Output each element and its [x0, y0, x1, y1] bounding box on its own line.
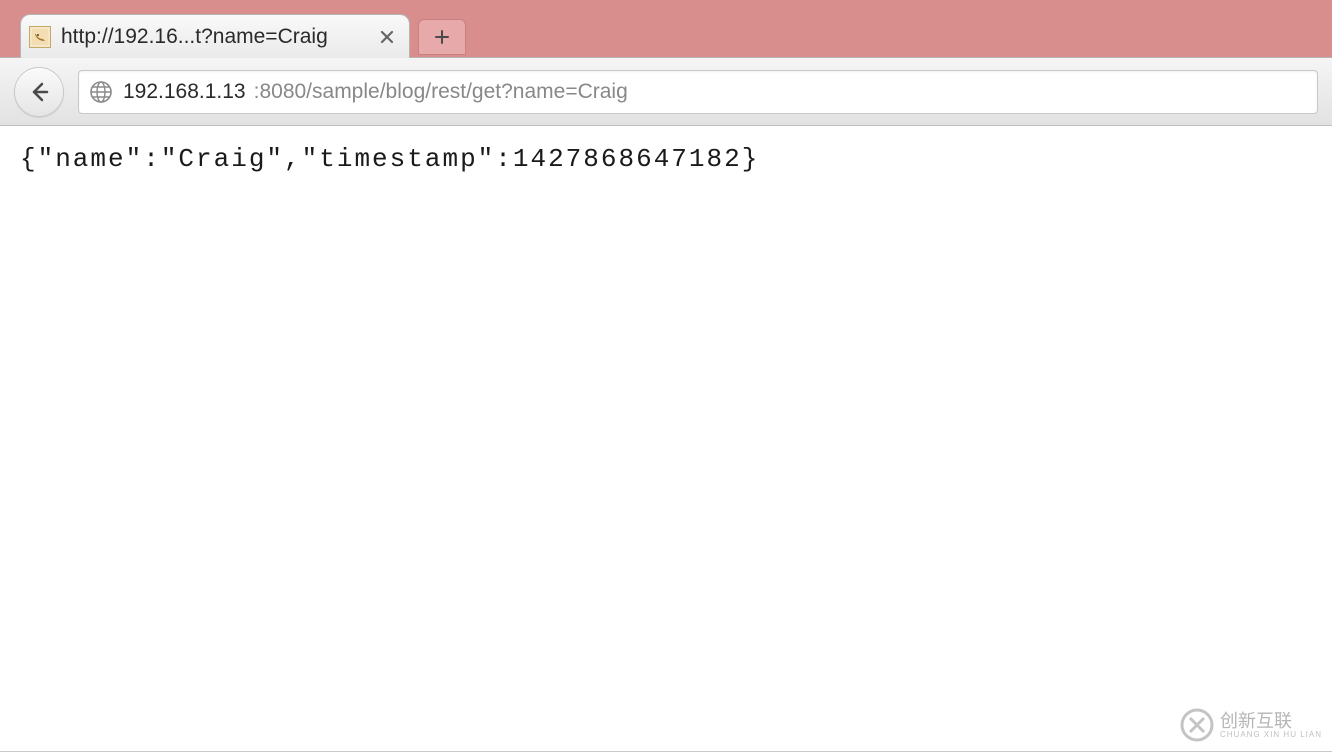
toolbar: 192.168.1.13 :8080/sample/blog/rest/get?n…: [0, 58, 1332, 126]
url-bar[interactable]: 192.168.1.13 :8080/sample/blog/rest/get?n…: [78, 70, 1318, 114]
watermark-text-wrap: 创新互联 CHUANG XIN HU LIAN: [1220, 712, 1322, 739]
tab-title: http://192.16...t?name=Craig: [61, 25, 367, 49]
watermark-text: 创新互联: [1220, 712, 1322, 730]
watermark-logo-icon: [1180, 708, 1214, 742]
watermark: 创新互联 CHUANG XIN HU LIAN: [1180, 708, 1322, 742]
globe-icon: [87, 78, 115, 106]
back-arrow-icon: [27, 80, 51, 104]
browser-tab[interactable]: http://192.16...t?name=Craig: [20, 14, 410, 58]
url-path: :8080/sample/blog/rest/get?name=Craig: [254, 80, 628, 104]
close-icon[interactable]: [377, 27, 397, 47]
page-content: {"name":"Craig","timestamp":142786864718…: [0, 126, 1332, 192]
watermark-subtext: CHUANG XIN HU LIAN: [1220, 730, 1322, 739]
tab-strip: http://192.16...t?name=Craig: [0, 0, 1332, 58]
new-tab-button[interactable]: [418, 19, 466, 55]
tomcat-icon: [29, 26, 51, 48]
back-button[interactable]: [14, 67, 64, 117]
url-host: 192.168.1.13: [123, 80, 246, 104]
